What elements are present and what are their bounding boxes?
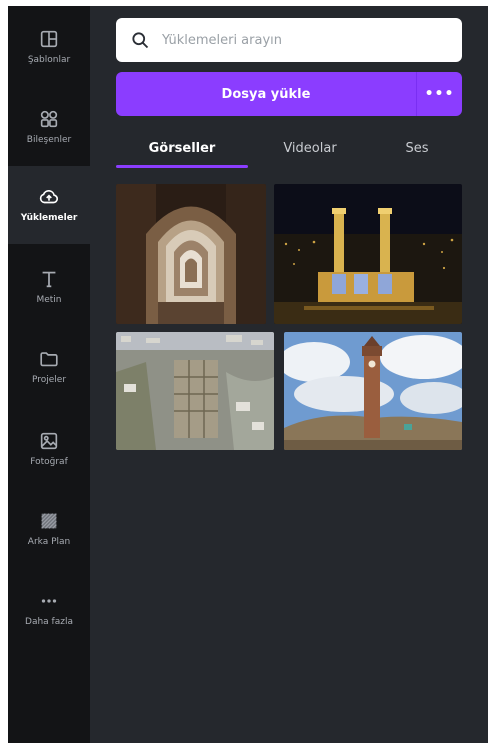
elements-icon <box>40 110 58 128</box>
gallery-image-clock-tower[interactable] <box>284 332 462 450</box>
sidebar-item-elements[interactable]: Bileşenler <box>8 88 90 166</box>
text-icon <box>42 271 56 288</box>
search-box[interactable] <box>116 18 462 62</box>
sidebar-item-uploads[interactable]: Yüklemeler <box>8 166 90 244</box>
sidebar-item-text[interactable]: Metin <box>8 248 90 326</box>
sidebar-item-more[interactable]: Daha fazla <box>8 570 90 648</box>
more-dots-icon <box>41 599 57 603</box>
sidebar-item-projects[interactable]: Projeler <box>8 328 90 406</box>
tab-audio[interactable]: Ses <box>372 130 462 166</box>
gallery-image-aerial-ruins[interactable] <box>116 332 274 450</box>
background-pattern-icon <box>41 513 57 529</box>
gallery-image-night-minarets[interactable] <box>274 184 462 324</box>
sidebar-item-templates[interactable]: Şablonlar <box>8 8 90 86</box>
archway-corridor-photo <box>116 184 266 324</box>
sidebar-item-label: Daha fazla <box>25 617 73 627</box>
template-icon <box>40 30 58 48</box>
upload-file-button[interactable]: Dosya yükle <box>116 72 416 116</box>
gallery-image-archway[interactable] <box>116 184 266 324</box>
upload-button-group: Dosya yükle ••• <box>116 72 462 116</box>
sidebar-item-label: Arka Plan <box>27 537 71 547</box>
sidebar-item-photos[interactable]: Fotoğraf <box>8 410 90 488</box>
app-frame: Şablonlar Bileşenler Yüklemeler Metin Pr… <box>8 6 488 743</box>
sidebar-rail: Şablonlar Bileşenler Yüklemeler Metin Pr… <box>8 6 90 743</box>
upload-more-button[interactable]: ••• <box>417 72 462 116</box>
folder-icon <box>40 352 58 367</box>
sidebar-item-label: Projeler <box>31 375 67 385</box>
tab-images[interactable]: Görseller <box>116 130 248 166</box>
search-input[interactable] <box>162 32 442 48</box>
active-tab-indicator <box>116 165 248 168</box>
sidebar-item-label: Bileşenler <box>26 135 72 145</box>
search-icon <box>132 32 149 49</box>
sidebar-item-background[interactable]: Arka Plan <box>8 490 90 568</box>
tab-videos[interactable]: Videolar <box>248 130 372 166</box>
uploads-panel: Dosya yükle ••• Görseller Videolar Ses <box>90 6 488 743</box>
clock-tower-photo <box>284 332 462 450</box>
sidebar-item-label: Şablonlar <box>27 55 71 65</box>
upload-cloud-icon <box>39 190 59 204</box>
aerial-ruins-photo <box>116 332 274 450</box>
night-minaret-city-photo <box>274 184 462 324</box>
photo-icon <box>40 432 58 450</box>
media-tabs: Görseller Videolar Ses <box>116 130 462 168</box>
sidebar-item-label: Metin <box>36 295 62 305</box>
sidebar-item-label: Yüklemeler <box>20 213 78 223</box>
sidebar-item-label: Fotoğraf <box>30 457 68 467</box>
